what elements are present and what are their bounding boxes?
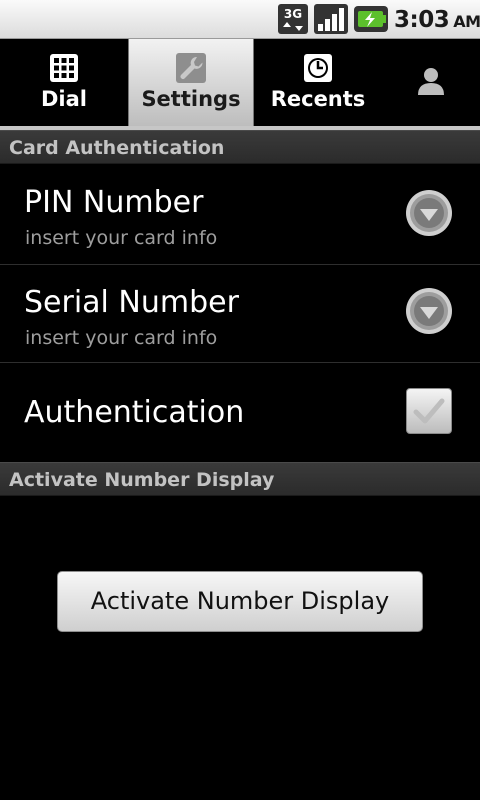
tab-dial[interactable]: Dial — [0, 39, 128, 126]
status-bar: 3G 3:03 AM — [0, 0, 480, 39]
pin-number-summary: insert your card info — [25, 227, 218, 249]
pin-number-title: PIN Number — [24, 185, 204, 220]
tab-recents[interactable]: Recents — [254, 39, 382, 126]
tab-dial-label: Dial — [41, 87, 87, 111]
serial-number-title: Serial Number — [24, 285, 239, 320]
battery-charging-icon — [354, 6, 388, 32]
3g-data-icon: 3G — [278, 4, 308, 34]
tab-bar: Dial Settings Recents — [0, 39, 480, 130]
signal-strength-icon — [314, 4, 348, 34]
pin-dropdown-icon[interactable] — [405, 189, 453, 237]
serial-dropdown-icon[interactable] — [405, 287, 453, 335]
contact-person-icon — [418, 68, 444, 95]
tab-settings[interactable]: Settings — [128, 39, 254, 126]
clock-icon — [304, 54, 332, 82]
serial-number-summary: insert your card info — [25, 327, 218, 349]
dialpad-icon — [50, 54, 78, 82]
checkmark-icon — [413, 398, 445, 424]
wrench-icon — [176, 53, 206, 83]
svg-text:3G: 3G — [284, 7, 302, 21]
pin-number-preference[interactable]: PIN Number insert your card info — [0, 165, 480, 265]
authentication-title: Authentication — [24, 395, 245, 430]
section-header-card-authentication: Card Authentication — [0, 130, 480, 164]
tab-settings-label: Settings — [141, 87, 241, 111]
tab-contacts[interactable] — [382, 39, 480, 126]
serial-number-preference[interactable]: Serial Number insert your card info — [0, 265, 480, 363]
time-text: 3:03 — [394, 7, 450, 33]
clock-time: 3:03 AM — [394, 5, 480, 35]
section-header-activate-number-display: Activate Number Display — [0, 462, 480, 496]
authentication-checkbox[interactable] — [406, 388, 452, 434]
authentication-preference[interactable]: Authentication — [0, 363, 480, 461]
tab-recents-label: Recents — [270, 87, 366, 111]
activate-number-display-button[interactable]: Activate Number Display — [57, 571, 423, 632]
ampm-text: AM — [453, 12, 480, 31]
